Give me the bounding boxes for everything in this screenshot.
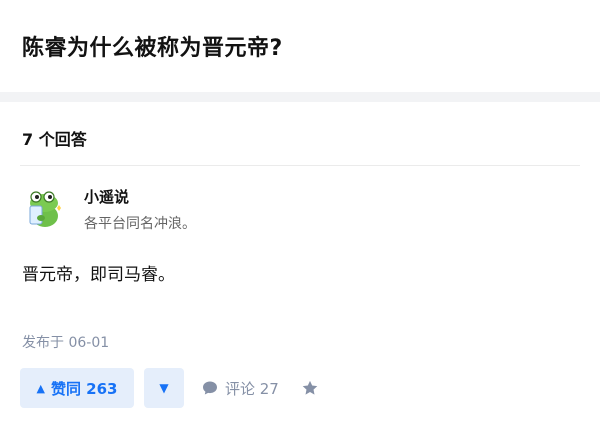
comment-button[interactable]: 评论 27 <box>202 368 279 408</box>
speech-bubble-icon <box>203 381 217 395</box>
answer-actions: ▲ 赞同 263 ▼ 评论 27 <box>20 368 580 408</box>
frog-avatar-icon <box>29 191 61 227</box>
vote-up-label: 赞同 263 <box>50 379 118 398</box>
answer-content: 晋元帝，即司马睿。 <box>22 265 175 285</box>
triangle-up-icon: ▲ <box>36 381 45 395</box>
vote-up-button[interactable]: ▲ 赞同 263 <box>20 368 134 408</box>
publish-time[interactable]: 发布于 06-01 <box>22 332 109 352</box>
author-avatar[interactable] <box>22 186 66 230</box>
question-card: 陈睿为什么被称为晋元帝? <box>0 0 600 92</box>
answers-count: 7 个回答 <box>22 130 87 149</box>
author-name[interactable]: 小遥说 <box>84 186 129 207</box>
favorite-button[interactable] <box>300 368 320 408</box>
author-bio: 各平台同名冲浪。 <box>84 216 196 232</box>
answers-card: 7 个回答 小遥说 各平台同名冲浪。 晋元帝，即司马睿。 发布于 06-01 ▲… <box>0 102 600 433</box>
star-icon <box>302 380 318 395</box>
vote-down-button[interactable]: ▼ <box>144 368 184 408</box>
comment-label: 评论 27 <box>225 379 279 398</box>
question-title[interactable]: 陈睿为什么被称为晋元帝? <box>22 30 283 62</box>
divider <box>20 165 580 166</box>
triangle-down-icon: ▼ <box>159 381 169 395</box>
